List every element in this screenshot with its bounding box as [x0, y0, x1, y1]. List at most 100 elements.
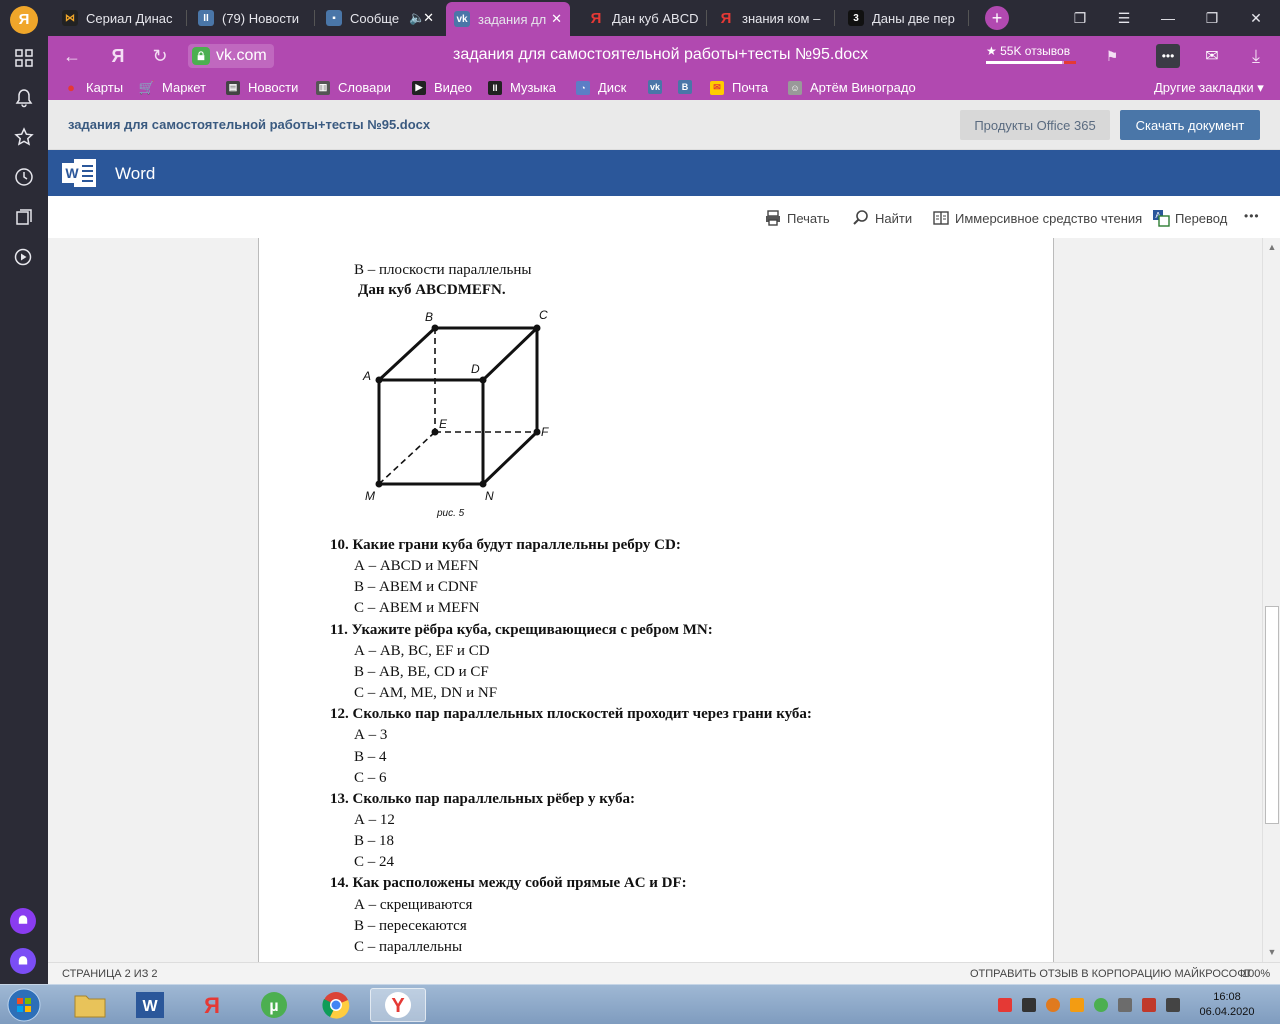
taskbar-chrome[interactable] [308, 988, 364, 1022]
other-bookmarks[interactable]: Другие закладки ▾ [1154, 80, 1264, 96]
page-indicator: СТРАНИЦА 2 ИЗ 2 [62, 968, 158, 980]
cart-icon: 🛒 [138, 79, 156, 95]
taskbar-yandex[interactable]: Я [184, 988, 240, 1022]
word-app-bar: W Word [48, 150, 1280, 196]
taskbar-explorer[interactable] [62, 988, 118, 1022]
network-signal-icon[interactable] [1166, 998, 1180, 1012]
tray-app-icon[interactable] [1094, 998, 1108, 1012]
download-document-button[interactable]: Скачать документ [1120, 110, 1260, 140]
tray-app-icon[interactable] [1142, 998, 1156, 1012]
office-products-button[interactable]: Продукты Office 365 [960, 110, 1110, 140]
svg-text:W: W [142, 998, 158, 1015]
answer-line: В – AB, BE, CD и CF [354, 664, 489, 680]
download-icon[interactable]: ⤓ [1244, 44, 1268, 68]
taskbar-word[interactable]: W [122, 988, 178, 1022]
tabs-overview-icon[interactable]: ❐ [1068, 6, 1092, 30]
close-window-icon[interactable]: ✕ [1244, 6, 1268, 30]
document-scroll-area[interactable]: В – плоскости параллельны Дан куб ABCDME… [48, 238, 1262, 962]
browser-logo-icon[interactable]: Я [10, 6, 38, 34]
tray-app-icon[interactable] [1070, 998, 1084, 1012]
alice-assistant-icon[interactable] [10, 948, 36, 974]
apps-grid-icon[interactable] [12, 46, 36, 70]
zoom-level[interactable]: 100% [1242, 968, 1270, 980]
vertical-scrollbar[interactable]: ▲ ▼ [1262, 238, 1280, 962]
messenger-icon[interactable] [10, 908, 36, 934]
bookmark-video[interactable]: ▶ Видео [412, 80, 472, 95]
minimize-icon[interactable]: — [1156, 6, 1180, 30]
lock-icon [192, 47, 210, 65]
bookmark-news[interactable]: ▤ Новости [226, 80, 298, 95]
scrollbar-thumb[interactable] [1265, 606, 1279, 824]
history-clock-icon[interactable] [12, 165, 36, 189]
reviews-badge[interactable]: ★ 55K отзывов [986, 44, 1076, 64]
more-dots-icon[interactable]: ••• [1156, 44, 1180, 68]
windows-start-icon [7, 988, 41, 1022]
bookmark-vk-2[interactable]: B [678, 80, 700, 94]
back-arrow-icon[interactable]: ← [60, 44, 84, 68]
vertex-label-m: M [365, 489, 375, 503]
scroll-down-icon[interactable]: ▼ [1266, 946, 1278, 958]
start-button[interactable] [2, 988, 46, 1022]
map-pin-icon: ● [67, 80, 75, 95]
feedback-link[interactable]: ОТПРАВИТЬ ОТЗЫВ В КОРПОРАЦИЮ МАЙКРОСОФТ [970, 968, 1252, 980]
vertex-label-d: D [471, 362, 480, 376]
bookmark-dictionaries[interactable]: ▥ Словари [316, 80, 391, 95]
answer-line: В – 4 [354, 749, 387, 765]
bell-icon[interactable] [12, 86, 36, 110]
bookmark-maps[interactable]: ● Карты [64, 80, 123, 95]
music-pause-icon: II [488, 80, 502, 95]
vertex-label-c: C [539, 308, 548, 322]
new-tab-plus-icon[interactable]: + [985, 6, 1009, 30]
answer-line: В – плоскости параллельны [354, 262, 532, 278]
media-player-icon[interactable] [12, 245, 36, 269]
bookmark-vk-1[interactable]: vk [648, 80, 670, 94]
translate-button[interactable]: A Перевод [1152, 209, 1227, 227]
word-taskbar-icon: W [136, 992, 164, 1018]
print-button[interactable]: Печать [764, 209, 830, 227]
word-title: Word [115, 164, 156, 183]
tab-lines[interactable]: 3 Даны две пер [840, 4, 964, 32]
tray-app-icon[interactable] [1046, 998, 1060, 1012]
yandex-home-icon[interactable]: Я [106, 44, 130, 68]
scroll-up-icon[interactable]: ▲ [1266, 241, 1278, 253]
bookmark-music[interactable]: II Музыка [488, 80, 556, 95]
tray-app-icon[interactable] [1022, 998, 1036, 1012]
restore-icon[interactable]: ❐ [1200, 6, 1224, 30]
taskbar-clock[interactable]: 16:08 06.04.2020 [1196, 990, 1258, 1020]
menu-hamburger-icon[interactable]: ☰ [1112, 6, 1136, 30]
taskbar-yandex-browser[interactable]: Y [370, 988, 426, 1022]
volume-icon[interactable] [1118, 998, 1132, 1012]
yandex-browser-icon: Y [385, 992, 411, 1018]
bookmark-mail[interactable]: ✉ Почта [710, 80, 768, 95]
tab-messages[interactable]: ▪ Сообще 🔈 ✕ [318, 4, 442, 32]
question-12: 12. Сколько пар параллельных плоскостей … [330, 706, 812, 722]
bookmark-market[interactable]: 🛒 Маркет [138, 79, 206, 96]
tab-news[interactable]: II (79) Новости [190, 4, 312, 32]
more-options-icon[interactable]: ••• [1244, 209, 1260, 223]
address-page-title: задания для самостоятельной работы+тесты… [453, 46, 869, 63]
windows-taskbar: W Я µ Y 16:08 06.04.2020 [0, 984, 1280, 1024]
url-field[interactable]: vk.com [188, 44, 274, 68]
answer-line: А – 3 [354, 727, 388, 743]
find-button[interactable]: Найти [852, 209, 912, 227]
collections-icon[interactable] [12, 205, 36, 229]
taskbar-utorrent[interactable]: µ [246, 988, 302, 1022]
printer-icon [766, 210, 780, 226]
search-icon [853, 210, 868, 225]
bookmark-flag-icon[interactable]: ⚑ [1100, 44, 1124, 68]
translate-icon: A [1153, 210, 1170, 227]
tab-serial[interactable]: ⋈ Сериал Динас [54, 4, 182, 32]
star-icon[interactable] [12, 125, 36, 149]
bookmark-artem[interactable]: ☺ Артём Виноградо [788, 80, 916, 95]
tab-cube[interactable]: Я Дан куб ABCD [580, 4, 704, 32]
reload-icon[interactable]: ↻ [148, 44, 172, 68]
chat-icon[interactable]: ✉ [1200, 44, 1224, 68]
tab-close-icon[interactable]: ✕ [551, 11, 562, 27]
bookmark-disk[interactable]: ◔ Диск [576, 80, 626, 95]
answer-line: С – AM, ME, DN и NF [354, 685, 498, 701]
tab-active-document[interactable]: vk задания дл ✕ [446, 2, 570, 36]
tab-znania[interactable]: Я знания ком – [710, 4, 832, 32]
immersive-reader-button[interactable]: Иммерсивное средство чтения [932, 209, 1142, 227]
tab-close-icon[interactable]: ✕ [423, 10, 434, 26]
tray-app-icon[interactable] [998, 998, 1012, 1012]
